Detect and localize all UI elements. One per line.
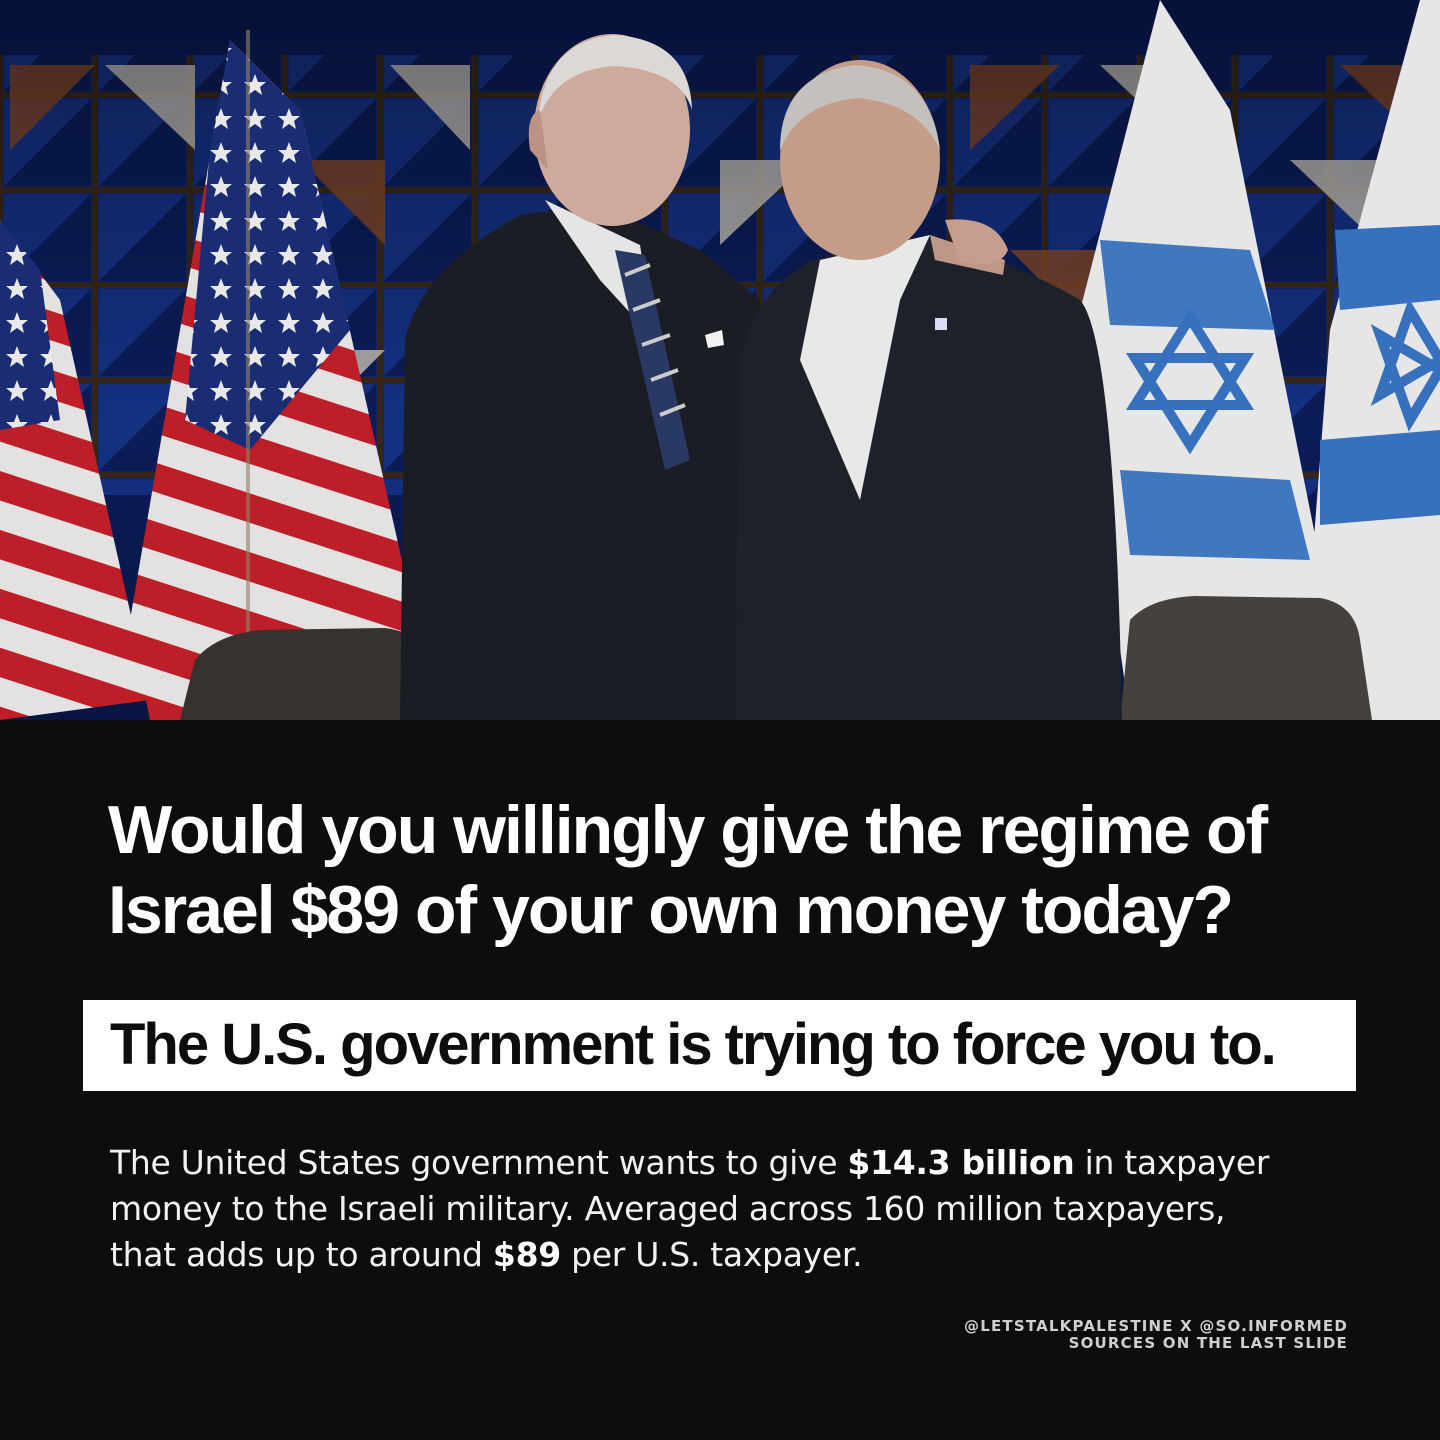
body-line-3-post: per U.S. taxpayer. [560,1235,863,1274]
body-line-1-post: in taxpayer [1074,1143,1270,1182]
credits-sources-note: SOURCES ON THE LAST SLIDE [1068,1334,1348,1352]
photo-illustration [0,0,1440,720]
callout-box: The U.S. government is trying to force y… [83,1000,1356,1091]
headline-line-1: Would you willingly give the regime of [108,792,1268,868]
body-line-3-pre: that adds up to around [110,1235,493,1274]
credits-handles: @LETSTALKPALESTINE X @SO.INFORMED [964,1317,1348,1335]
post-slide: Would you willingly give the regime of I… [0,0,1440,1440]
body-line-3-amount: $89 [492,1235,561,1274]
body-line-1-amount: $14.3 billion [847,1143,1075,1182]
body-line-2: money to the Israeli military. Averaged … [110,1189,1226,1228]
headline-line-2: Israel $89 of your own money today? [108,872,1234,948]
credits: @LETSTALKPALESTINE X @SO.INFORMED SOURCE… [964,1318,1348,1352]
body-line-1-pre: The United States government wants to gi… [110,1143,848,1182]
body-line-1: The United States government wants to gi… [110,1140,1360,1186]
body-line-3: that adds up to around $89 per U.S. taxp… [110,1232,1360,1278]
body-paragraph: The United States government wants to gi… [110,1140,1360,1278]
headline: Would you willingly give the regime of I… [108,790,1368,950]
header-photo [0,0,1440,720]
callout-text: The U.S. government is trying to force y… [110,1012,1277,1077]
